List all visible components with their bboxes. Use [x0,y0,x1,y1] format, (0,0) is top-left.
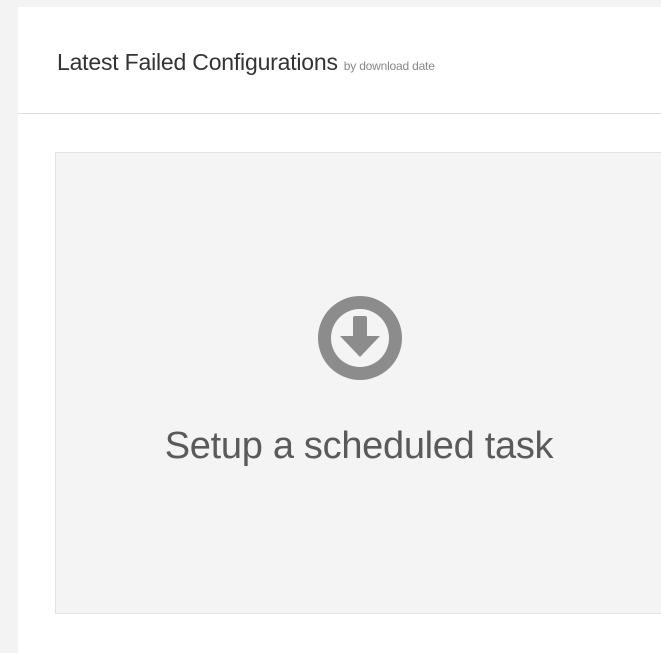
empty-state-message: Setup a scheduled task [164,425,554,467]
setup-scheduled-task-button[interactable]: Setup a scheduled task [55,152,661,614]
panel-title-text: Latest Failed Configurations [57,49,338,75]
panel-title: Latest Failed Configurations by download … [57,49,435,76]
latest-failed-configurations-panel: Latest Failed Configurations by download … [18,7,661,653]
panel-header: Latest Failed Configurations by download … [18,7,661,114]
panel-subtitle: by download date [343,59,435,73]
download-circle-icon [318,296,402,380]
